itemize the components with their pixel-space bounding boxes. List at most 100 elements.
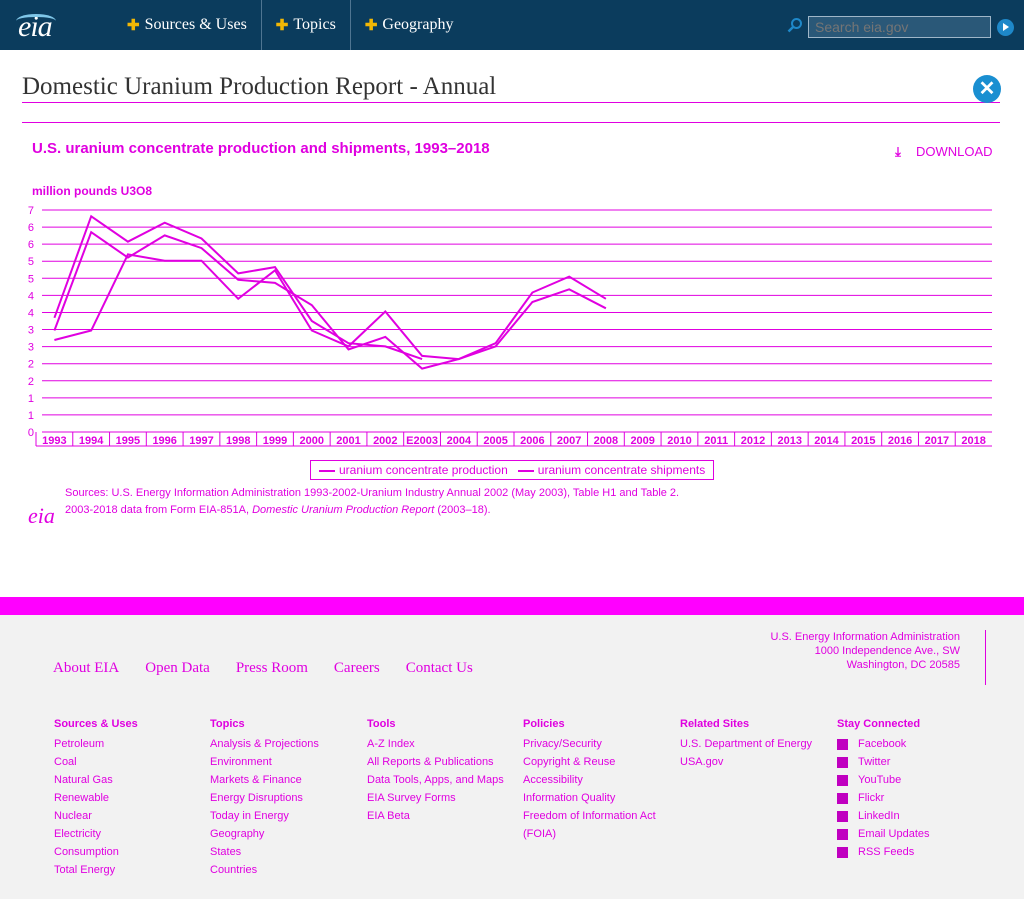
footer-link[interactable]: Today in Energy <box>210 807 360 825</box>
footer-link[interactable]: Accessibility <box>523 771 673 789</box>
email-updates-link[interactable]: Email Updates <box>837 825 987 843</box>
twitter-icon <box>837 756 848 768</box>
legend-item-shipments[interactable]: uranium concentrate shipments <box>517 463 705 477</box>
eia-logo[interactable]: eia <box>16 10 56 44</box>
facebook-link[interactable]: Facebook <box>837 735 987 753</box>
plus-icon: ✚ <box>127 17 140 34</box>
footer-link[interactable]: Freedom of Information Act (FOIA) <box>523 807 673 843</box>
nav-topics[interactable]: ✚ Topics <box>262 0 351 50</box>
footer-link-open-data[interactable]: Open Data <box>145 660 210 677</box>
x-tick-label: 1997 <box>189 435 213 447</box>
plus-icon: ✚ <box>275 17 289 34</box>
x-tick-label: 2013 <box>778 435 802 447</box>
series-line-1[interactable] <box>54 253 607 361</box>
footer-link[interactable]: Information Quality <box>523 789 673 807</box>
download-button[interactable]: ⤓ DOWNLOAD <box>890 144 992 160</box>
y-tick-label: 4 <box>28 307 34 319</box>
footer-link[interactable]: Copyright & Reuse <box>523 753 673 771</box>
x-tick-label: 2001 <box>336 435 360 447</box>
footer-link[interactable]: Geography <box>210 825 360 843</box>
main-nav: ✚ Sources & Uses ✚ Topics ✚ Geography <box>113 0 467 50</box>
footer-primary-links: About EIA Open Data Press Room Careers C… <box>53 660 473 677</box>
search-submit-button[interactable] <box>997 19 1014 36</box>
footer-col-sources: Sources & Uses Petroleum Coal Natural Ga… <box>54 715 204 879</box>
legend-item-production[interactable]: uranium concentrate production <box>319 463 508 477</box>
page-title: Domestic Uranium Production Report - Ann… <box>22 73 497 100</box>
footer-link-about[interactable]: About EIA <box>53 660 119 677</box>
y-tick-label: 3 <box>28 325 34 337</box>
footer-link[interactable]: Markets & Finance <box>210 771 360 789</box>
nav-geography[interactable]: ✚ Geography <box>351 0 468 50</box>
footer-link[interactable]: Total Energy <box>54 861 204 879</box>
rss-icon <box>837 846 848 858</box>
flickr-link[interactable]: Flickr <box>837 789 987 807</box>
x-tick-label: 2012 <box>741 435 765 447</box>
chart-title: U.S. uranium concentrate production and … <box>32 140 490 157</box>
search-icon <box>787 18 802 33</box>
rss-feeds-link[interactable]: RSS Feeds <box>837 843 987 861</box>
footer-col-social: Stay Connected Facebook Twitter YouTube … <box>837 715 987 861</box>
footer-link[interactable]: Analysis & Projections <box>210 735 360 753</box>
x-tick-label: 1996 <box>152 435 176 447</box>
close-button[interactable]: ✕ <box>973 75 1001 103</box>
x-tick-label: 1993 <box>42 435 66 447</box>
x-tick-label: 2017 <box>925 435 949 447</box>
y-tick-label: 3 <box>28 342 34 354</box>
footer-link[interactable]: Data Tools, Apps, and Maps <box>367 771 517 789</box>
footer-link[interactable]: USA.gov <box>680 753 830 771</box>
footer-top-bar <box>0 597 1024 615</box>
twitter-link[interactable]: Twitter <box>837 753 987 771</box>
x-tick-label: 2005 <box>483 435 507 447</box>
top-header: eia ✚ Sources & Uses ✚ Topics ✚ Geography <box>0 0 1024 50</box>
footer-link[interactable]: Electricity <box>54 825 204 843</box>
x-tick-label: 2011 <box>704 435 728 447</box>
youtube-icon <box>837 774 848 786</box>
series-line-2[interactable] <box>53 214 423 361</box>
x-tick-label: 2009 <box>630 435 654 447</box>
y-tick-label: 5 <box>28 256 34 268</box>
series-line-0[interactable] <box>53 230 607 370</box>
linkedin-link[interactable]: LinkedIn <box>837 807 987 825</box>
footer-link[interactable]: States <box>210 843 360 861</box>
email-icon <box>837 828 848 840</box>
footer-link[interactable]: EIA Survey Forms <box>367 789 517 807</box>
footer-link[interactable]: Environment <box>210 753 360 771</box>
y-tick-label: 2 <box>28 359 34 371</box>
download-icon: ⤓ <box>895 144 901 159</box>
footer-link[interactable]: Renewable <box>54 789 204 807</box>
youtube-link[interactable]: YouTube <box>837 771 987 789</box>
y-tick-label: 6 <box>28 222 34 234</box>
footer-link[interactable]: Nuclear <box>54 807 204 825</box>
x-tick-label: 2018 <box>961 435 985 447</box>
x-tick-label: 2015 <box>851 435 875 447</box>
footer-link[interactable]: Coal <box>54 753 204 771</box>
y-tick-label: 6 <box>28 239 34 251</box>
y-tick-label: 1 <box>28 410 34 422</box>
footer-link-contact[interactable]: Contact Us <box>406 660 473 677</box>
panel-divider <box>22 122 1000 123</box>
footer-address: U.S. Energy Information Administration 1… <box>770 631 960 671</box>
y-tick-label: 2 <box>28 376 34 388</box>
footer-link[interactable]: A-Z Index <box>367 735 517 753</box>
x-tick-label: 1995 <box>116 435 140 447</box>
footer-link-careers[interactable]: Careers <box>334 660 380 677</box>
nav-sources-uses[interactable]: ✚ Sources & Uses <box>113 0 262 50</box>
footer-link[interactable]: Petroleum <box>54 735 204 753</box>
chart-legend: uranium concentrate production uranium c… <box>310 460 715 480</box>
address-divider <box>985 630 986 685</box>
footer-link[interactable]: Privacy/Security <box>523 735 673 753</box>
footer-link[interactable]: Countries <box>210 861 360 879</box>
footer-link[interactable]: EIA Beta <box>367 807 517 825</box>
footer-link[interactable]: All Reports & Publications <box>367 753 517 771</box>
footer-link[interactable]: Energy Disruptions <box>210 789 360 807</box>
search-input[interactable] <box>808 16 991 38</box>
footer-col-policies: Policies Privacy/Security Copyright & Re… <box>523 715 673 843</box>
y-tick-label: 1 <box>28 393 34 405</box>
chart-sources: Sources: U.S. Energy Information Adminis… <box>65 487 680 516</box>
footer-link-press-room[interactable]: Press Room <box>236 660 308 677</box>
footer-link[interactable]: U.S. Department of Energy <box>680 735 830 753</box>
x-tick-label: 2016 <box>888 435 912 447</box>
footer-link[interactable]: Natural Gas <box>54 771 204 789</box>
x-tick-label: 1998 <box>226 435 250 447</box>
footer-link[interactable]: Consumption <box>54 843 204 861</box>
